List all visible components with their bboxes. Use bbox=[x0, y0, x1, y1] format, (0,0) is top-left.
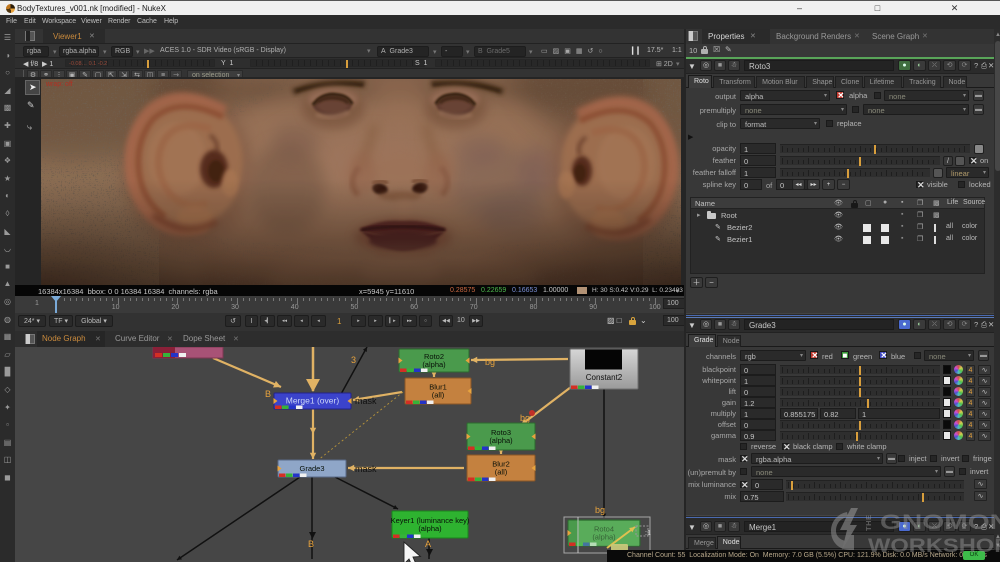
svg-text:Merge1 (over): Merge1 (over) bbox=[286, 396, 340, 406]
svg-text:mask: mask bbox=[355, 396, 377, 406]
svg-text:(all): (all) bbox=[495, 468, 508, 477]
svg-text:3: 3 bbox=[351, 355, 356, 365]
svg-text:(all): (all) bbox=[432, 391, 445, 400]
svg-text:bg: bg bbox=[595, 505, 605, 515]
svg-text:B: B bbox=[308, 539, 314, 549]
svg-text:A: A bbox=[425, 539, 431, 549]
svg-text:mask: mask bbox=[355, 464, 377, 474]
svg-text:B: B bbox=[265, 389, 271, 399]
svg-text:Grade3: Grade3 bbox=[299, 464, 324, 473]
svg-text:bg: bg bbox=[485, 357, 495, 367]
svg-text:(alpha): (alpha) bbox=[422, 360, 446, 369]
svg-text:bg: bg bbox=[520, 413, 530, 423]
svg-text:Constant2: Constant2 bbox=[586, 373, 623, 382]
svg-text:(alpha): (alpha) bbox=[418, 524, 442, 533]
svg-text:(alpha): (alpha) bbox=[489, 436, 513, 445]
